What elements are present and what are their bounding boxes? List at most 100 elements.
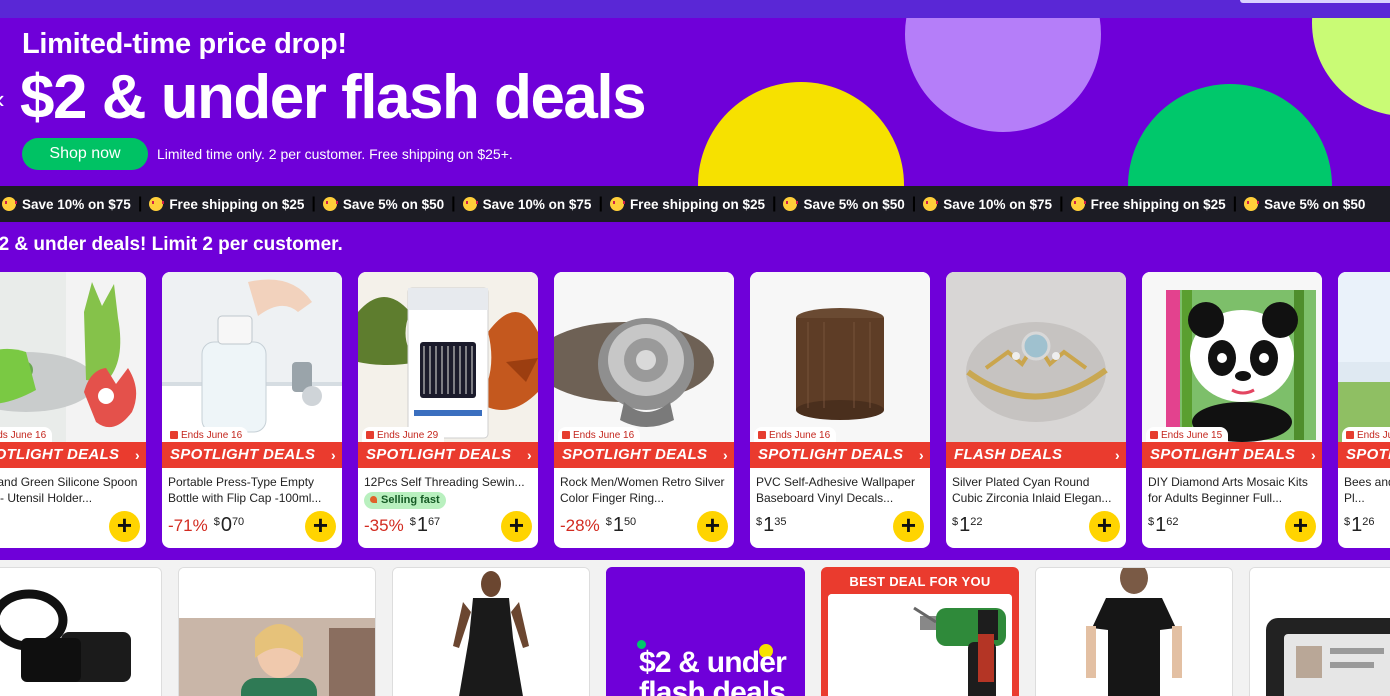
- add-to-cart-button[interactable]: +: [1089, 511, 1120, 542]
- deal-type-label: SPOTLIGHT DEALS: [562, 446, 708, 463]
- chevron-right-icon: ›: [135, 447, 140, 463]
- price-dollars: 1: [612, 514, 624, 536]
- product-tile[interactable]: [1249, 567, 1390, 696]
- product-title[interactable]: DIY Diamond Arts Mosaic Kits for Adults …: [1148, 474, 1314, 506]
- deal-type-bar[interactable]: FLASH DEALS ›: [946, 442, 1126, 468]
- emoji-icon: [609, 197, 625, 211]
- price-cents: 62: [1166, 516, 1179, 528]
- product-tile[interactable]: [178, 567, 376, 696]
- hero-banner[interactable]: ‹ Limited-time price drop! $2 & under fl…: [0, 18, 1390, 186]
- deal-card[interactable]: Ends June 16 SPOTLIGHT DEALS › Rock Men/Wom…: [554, 272, 734, 548]
- best-deal-image: [828, 594, 1012, 696]
- search-box-edge[interactable]: [1240, 0, 1390, 3]
- calendar-icon: [1346, 431, 1354, 439]
- ticker-separator: |: [911, 195, 917, 212]
- deal-type-label: SPOTLIGHT DEALS: [758, 446, 904, 463]
- product-title[interactable]: Silver Plated Cyan Round Cubic Zirconia …: [952, 474, 1118, 506]
- ticker-item: Save 5% on $50: [783, 196, 905, 212]
- product-image[interactable]: [554, 272, 734, 442]
- product-title[interactable]: PVC Self-Adhesive Wallpaper Baseboard Vi…: [756, 474, 922, 506]
- price-dollars: 1: [1155, 514, 1167, 536]
- chevron-right-icon: ›: [1115, 447, 1120, 463]
- deal-type-bar[interactable]: SPOTLIGHT DEALS ›: [554, 442, 734, 468]
- ticker-separator: |: [451, 195, 456, 212]
- product-title[interactable]: Portable Press-Type Empty Bottle with Fl…: [168, 474, 334, 506]
- ticker-text: Save 10% on $75: [943, 196, 1053, 212]
- price-cents: 26: [1362, 516, 1375, 528]
- price: $1 22: [952, 514, 983, 538]
- product-image[interactable]: [1338, 272, 1390, 442]
- add-to-cart-button[interactable]: +: [305, 511, 336, 542]
- product-illustration: [358, 272, 538, 442]
- discount-percent: -71%: [168, 516, 208, 535]
- deal-type-bar[interactable]: SPOTLIGHT DEALS ›: [0, 442, 146, 468]
- price: -28% $1 50: [560, 514, 636, 538]
- deal-type-bar[interactable]: SPOTLIGHT DEALS›: [1338, 442, 1390, 468]
- deal-card[interactable]: Ends June 16 SPOTLIGHT DEALS › Portable Pre…: [162, 272, 342, 548]
- deal-card[interactable]: Ends June 29 SPOTLIGHT DEALS › 12Pcs Self T…: [358, 272, 538, 548]
- hero-title: $2 & under flash deals: [20, 63, 647, 132]
- product-tile[interactable]: [392, 567, 590, 696]
- deal-card[interactable]: FLASH DEALS › Silver Plated Cyan Round Cub…: [946, 272, 1126, 548]
- product-image[interactable]: [750, 272, 930, 442]
- ticker-separator: |: [1232, 195, 1238, 212]
- price: $1 62: [1148, 514, 1179, 538]
- product-image[interactable]: [358, 272, 538, 442]
- ticker-item: Free shipping on $25: [1070, 197, 1226, 212]
- add-to-cart-button[interactable]: +: [697, 511, 728, 542]
- drill-image: [828, 594, 1012, 696]
- product-title[interactable]: 12Pcs Self Threading Sewin...: [364, 474, 530, 490]
- deal-type-bar[interactable]: SPOTLIGHT DEALS›: [358, 442, 538, 468]
- currency-symbol: $: [1148, 516, 1155, 528]
- product-title[interactable]: Bees and Butterflies Potted Pl...: [1344, 474, 1390, 506]
- product-title[interactable]: Red and Green Silicone Spoon Rest - Uten…: [0, 474, 138, 506]
- deal-type-label: SPOTLIGHT DEALS: [170, 446, 316, 463]
- product-tile[interactable]: [0, 567, 162, 696]
- shop-now-button[interactable]: Shop now: [22, 138, 148, 170]
- product-image[interactable]: [0, 272, 146, 442]
- promo-ticker: Save 10% on $75 | Free shipping on $25 | Sav…: [0, 186, 1390, 222]
- deal-card[interactable]: Ends June 16 SPOTLIGHT DEALS › Red and Gree…: [0, 272, 146, 548]
- emoji-icon: [1244, 197, 1260, 211]
- product-image[interactable]: [1142, 272, 1322, 442]
- ticker-text: Save 10% on $75: [22, 196, 131, 212]
- deal-card[interactable]: Ends June 16SPOTLIGHT DEALS› Bees and But…: [1338, 272, 1390, 548]
- promo-line-2: flash deals: [639, 676, 786, 696]
- page: ‹ Limited-time price drop! $2 & under fl…: [0, 0, 1390, 696]
- best-deal-tile[interactable]: BEST DEAL FOR YOU: [821, 567, 1019, 696]
- product-image[interactable]: [162, 272, 342, 442]
- price: $1 35: [756, 514, 787, 538]
- discount-percent: -28%: [560, 516, 600, 535]
- ticker-item: Save 5% on $50: [1244, 197, 1365, 212]
- deal-type-label: SPOTLIGHT DEALS: [366, 446, 512, 463]
- deal-type-label: SPOTLIGHT DEALS: [1150, 446, 1296, 463]
- deals-heading: $2 & under deals! Limit 2 per customer.: [0, 234, 343, 255]
- rocket-icon: [370, 496, 377, 503]
- deal-card[interactable]: Ends June 15 SPOTLIGHT DEALS › DIY Diamond …: [1142, 272, 1322, 548]
- chevron-right-icon: ›: [723, 447, 728, 463]
- ticker-text: Free shipping on $25: [169, 196, 305, 212]
- deal-type-bar[interactable]: SPOTLIGHT DEALS›: [162, 442, 342, 468]
- decor-circle-green: [1128, 84, 1332, 186]
- deal-type-bar[interactable]: SPOTLIGHT DEALS›: [1142, 442, 1322, 468]
- ticker-item: Free shipping on $25: [149, 197, 304, 212]
- carousel-prev-icon[interactable]: ‹: [0, 84, 12, 114]
- emoji-icon: [783, 197, 799, 211]
- product-illustration: [946, 272, 1126, 442]
- add-to-cart-button[interactable]: +: [1285, 511, 1316, 542]
- deal-type-bar[interactable]: SPOTLIGHT DEALS›: [750, 442, 930, 468]
- deal-card[interactable]: Ends June 16 SPOTLIGHT DEALS › PVC Self-Adh…: [750, 272, 930, 548]
- add-to-cart-button[interactable]: +: [109, 511, 140, 542]
- deal-type-label: SPOTLIGHT DEALS: [0, 446, 120, 463]
- product-tile[interactable]: [1035, 567, 1233, 696]
- product-illustration: [0, 272, 146, 442]
- ticker-row: Save 10% on $75 | Free shipping on $25 | Sav…: [2, 186, 1365, 222]
- product-image[interactable]: [946, 272, 1126, 442]
- flash-deals-promo-tile[interactable]: $2 & under flash deals: [606, 567, 805, 696]
- add-to-cart-button[interactable]: +: [893, 511, 924, 542]
- selling-fast-text: Selling fast: [381, 494, 440, 506]
- product-title[interactable]: Rock Men/Women Retro Silver Color Finger…: [560, 474, 726, 506]
- ends-text: Ends June 16: [181, 430, 243, 441]
- ticker-text: Save 5% on $50: [803, 196, 905, 212]
- add-to-cart-button[interactable]: +: [501, 511, 532, 542]
